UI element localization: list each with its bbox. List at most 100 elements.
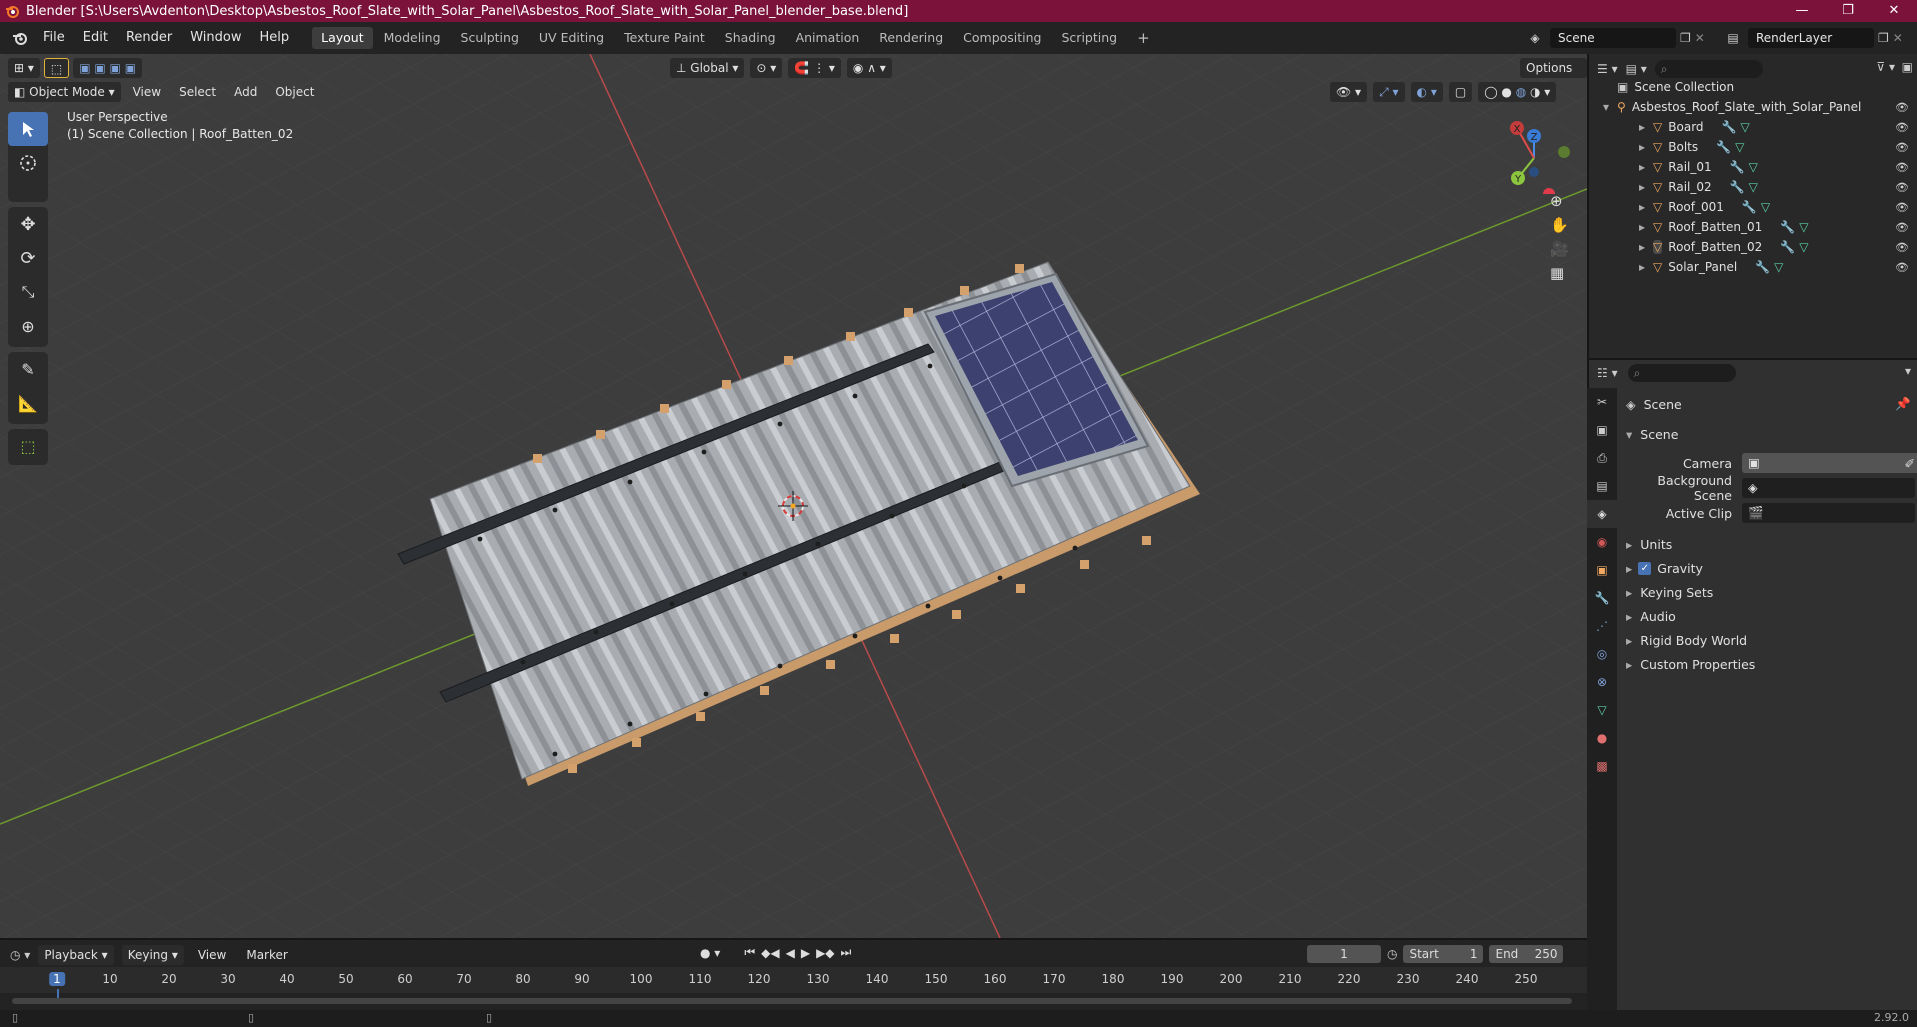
- expand-arrow-icon[interactable]: ▾: [1626, 427, 1632, 442]
- visibility-eye-icon[interactable]: 👁: [1895, 201, 1909, 214]
- background-scene-field[interactable]: ◈: [1742, 478, 1915, 498]
- material-tab-icon[interactable]: ●: [1587, 724, 1617, 752]
- outliner-item-solar-panel[interactable]: ▸ ▽ Solar_Panel 🔧 ▽ 👁: [1589, 257, 1917, 277]
- units-panel-header[interactable]: ▸ Units: [1626, 533, 1915, 555]
- tab-uv-editing[interactable]: UV Editing: [530, 27, 613, 49]
- filter-icon[interactable]: ⊽ ▾: [1876, 60, 1895, 74]
- navigation-gizmo[interactable]: X Z Y: [1490, 114, 1570, 194]
- menu-help[interactable]: Help: [251, 22, 299, 54]
- measure-tool[interactable]: 📐: [8, 386, 48, 420]
- tab-texture-paint[interactable]: Texture Paint: [615, 27, 714, 49]
- texture-tab-icon[interactable]: ▩: [1587, 752, 1617, 780]
- zoom-icon[interactable]: ⊕: [1550, 192, 1569, 210]
- modifier-tab-icon[interactable]: 🔧: [1587, 584, 1617, 612]
- tab-compositing[interactable]: Compositing: [954, 27, 1050, 49]
- transform-tool[interactable]: ⊕: [8, 309, 48, 343]
- active-clip-field[interactable]: 🎬: [1742, 503, 1915, 523]
- visibility-eye-icon[interactable]: 👁: [1895, 181, 1909, 194]
- view-layer-field[interactable]: RenderLayer: [1748, 28, 1874, 48]
- constraints-tab-icon[interactable]: ⊗: [1587, 668, 1617, 696]
- add-cube-tool[interactable]: ⬚: [8, 429, 48, 463]
- tab-shading[interactable]: Shading: [716, 27, 785, 49]
- tool-tab-icon[interactable]: ✂: [1587, 388, 1617, 416]
- view-layer-icon[interactable]: ▤: [1722, 31, 1744, 45]
- visibility-eye-icon[interactable]: 👁: [1895, 261, 1909, 274]
- tab-rendering[interactable]: Rendering: [870, 27, 952, 49]
- select-mode-icon[interactable]: ⬚: [43, 58, 70, 78]
- scene-tab-icon[interactable]: ◈: [1587, 500, 1617, 528]
- tab-animation[interactable]: Animation: [787, 27, 869, 49]
- visibility-eye-icon[interactable]: 👁: [1895, 121, 1909, 134]
- overlays-toggle-icon[interactable]: ◐ ▾: [1410, 82, 1443, 102]
- outliner-item-roof-batten-02[interactable]: ▸ ▽ Roof_Batten_02 🔧 ▽ 👁: [1589, 237, 1917, 257]
- collapse-arrow-icon[interactable]: ▾: [1603, 100, 1609, 114]
- visibility-icon[interactable]: 👁 ▾: [1330, 82, 1368, 102]
- visibility-eye-icon[interactable]: 👁: [1895, 221, 1909, 234]
- visibility-eye-icon[interactable]: 👁: [1895, 141, 1909, 154]
- display-mode-icon[interactable]: ▤ ▾: [1626, 62, 1647, 76]
- timeline-scrollbar[interactable]: [12, 998, 1572, 1004]
- keying-sets-panel-header[interactable]: ▸ Keying Sets: [1626, 581, 1915, 603]
- playhead[interactable]: 1: [49, 972, 65, 986]
- tab-layout[interactable]: Layout: [312, 27, 373, 49]
- maximize-button[interactable]: ❐: [1825, 0, 1871, 22]
- editor-type-dropdown[interactable]: ⊞ ▾: [8, 58, 40, 78]
- rotate-tool[interactable]: ⟳: [8, 241, 48, 275]
- menu-add[interactable]: Add: [228, 82, 263, 102]
- outliner-item-bolts[interactable]: ▸ ▽ Bolts 🔧 ▽ 👁: [1589, 137, 1917, 157]
- properties-editor-icon[interactable]: ☷ ▾: [1597, 366, 1618, 380]
- 3d-viewport[interactable]: ⊞ ▾ ⬚ ▣ ▣ ▣ ▣ ⊥ Global ▾ ⊙ ▾ 🧲 ⋮ ▾ ◉ ∧ ▾…: [0, 54, 1587, 938]
- outliner-item-roof-batten-01[interactable]: ▸ ▽ Roof_Batten_01 🔧 ▽ 👁: [1589, 217, 1917, 237]
- outliner-search-input[interactable]: ⌕: [1654, 60, 1763, 78]
- timeline-ruler[interactable]: 1 10 20 30 40 50 60 70 80 90 100 110 120 130 140 150 160…: [0, 967, 1587, 1003]
- outliner-item-roof-001[interactable]: ▸ ▽ Roof_001 🔧 ▽ 👁: [1589, 197, 1917, 217]
- mode-dropdown[interactable]: ◧ Object Mode ▾: [8, 82, 121, 102]
- viewport-scene[interactable]: [0, 54, 1587, 938]
- expand-arrow-icon[interactable]: ▸: [1626, 609, 1632, 624]
- camera-view-icon[interactable]: 🎥: [1550, 240, 1569, 258]
- pan-hand-icon[interactable]: ✋: [1550, 216, 1569, 234]
- menu-window[interactable]: Window: [181, 22, 250, 54]
- pin-icon[interactable]: 📌: [1895, 396, 1911, 412]
- gizmo-toggle-icon[interactable]: ⤢ ▾: [1373, 82, 1405, 102]
- eyedropper-icon[interactable]: ✐: [1905, 456, 1915, 471]
- record-button[interactable]: ● ▾: [700, 946, 720, 960]
- end-frame-field[interactable]: End 250: [1489, 945, 1564, 963]
- expand-arrow-icon[interactable]: ▸: [1626, 585, 1632, 600]
- visibility-eye-icon[interactable]: 👁: [1895, 161, 1909, 174]
- expand-arrow-icon[interactable]: ▸: [1626, 561, 1632, 576]
- menu-object[interactable]: Object: [269, 82, 320, 102]
- outliner-scene-collection[interactable]: ▣ Scene Collection: [1589, 77, 1917, 97]
- add-workspace-button[interactable]: +: [1128, 27, 1159, 49]
- current-frame-field[interactable]: 1: [1307, 945, 1381, 963]
- pivot-point-dropdown[interactable]: ⊙ ▾: [750, 58, 783, 78]
- world-tab-icon[interactable]: ◉: [1587, 528, 1617, 556]
- menu-render[interactable]: Render: [117, 22, 181, 54]
- shading-modes-icon[interactable]: ◯ ● ◍ ◑ ▾: [1478, 82, 1557, 102]
- preview-range-icon[interactable]: ◷: [1387, 947, 1397, 961]
- keying-dropdown[interactable]: Keying ▾: [121, 945, 184, 965]
- start-frame-field[interactable]: Start 1: [1403, 945, 1484, 963]
- tab-scripting[interactable]: Scripting: [1053, 27, 1127, 49]
- menu-view[interactable]: View: [127, 82, 167, 102]
- options-dropdown[interactable]: Options ▾: [1520, 58, 1587, 95]
- next-keyframe-button[interactable]: ▶◆: [816, 946, 834, 960]
- properties-search-input[interactable]: ⌕: [1627, 364, 1736, 382]
- camera-field[interactable]: ▣: [1742, 453, 1917, 473]
- selection-modes-icon[interactable]: ▣ ▣ ▣ ▣: [73, 58, 143, 78]
- properties-options-icon[interactable]: ▾: [1905, 364, 1911, 378]
- particles-tab-icon[interactable]: ⋰: [1587, 612, 1617, 640]
- snap-toggle-icon[interactable]: 🧲 ⋮ ▾: [788, 58, 841, 78]
- menu-timeline-view[interactable]: View: [192, 945, 232, 965]
- expand-arrow-icon[interactable]: ▸: [1626, 633, 1632, 648]
- visibility-eye-icon[interactable]: 👁: [1895, 101, 1909, 114]
- move-tool[interactable]: ✥: [8, 207, 48, 241]
- delete-scene-icon[interactable]: ✕: [1695, 31, 1705, 45]
- cursor-tool[interactable]: [8, 146, 48, 180]
- jump-start-button[interactable]: ⏮: [744, 945, 755, 960]
- outliner-item-rail-01[interactable]: ▸ ▽ Rail_01 🔧 ▽ 👁: [1589, 157, 1917, 177]
- menu-edit[interactable]: Edit: [74, 22, 117, 54]
- select-box-tool[interactable]: [8, 112, 48, 146]
- prev-keyframe-button[interactable]: ◆◀: [761, 946, 779, 960]
- gravity-checkbox[interactable]: ✓: [1638, 561, 1652, 575]
